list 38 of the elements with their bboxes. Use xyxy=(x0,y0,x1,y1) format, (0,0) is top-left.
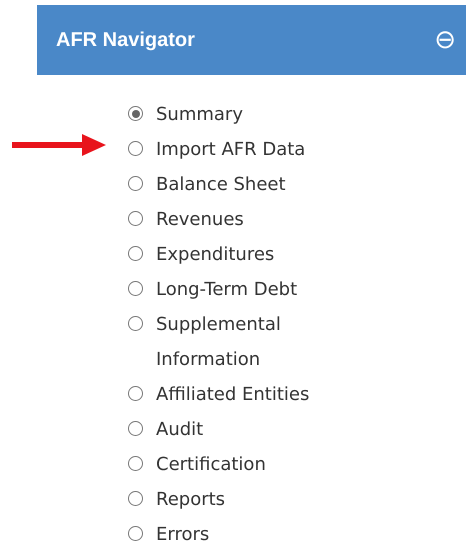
option-label: Long-Term Debt xyxy=(156,278,298,302)
radio-button[interactable] xyxy=(128,386,143,401)
radio-button[interactable] xyxy=(128,526,143,541)
option-label: Import AFR Data xyxy=(156,138,306,162)
option-label: Expenditures xyxy=(156,243,274,267)
nav-option[interactable]: Long-Term Debt xyxy=(128,272,466,307)
nav-option[interactable]: Expenditures xyxy=(128,237,466,272)
nav-option[interactable]: Reports xyxy=(128,482,466,517)
option-label: Supplemental Information xyxy=(156,313,282,372)
nav-option[interactable]: Certification xyxy=(128,447,466,482)
radio-button[interactable] xyxy=(128,141,143,156)
nav-option[interactable]: Errors xyxy=(128,517,466,548)
nav-option[interactable]: Audit xyxy=(128,412,466,447)
option-label: Certification xyxy=(156,453,266,477)
option-label: Audit xyxy=(156,418,204,442)
option-label: Summary xyxy=(156,103,243,127)
panel-title: AFR Navigator xyxy=(56,28,195,52)
radio-button[interactable] xyxy=(128,456,143,471)
nav-option[interactable]: Affiliated Entities xyxy=(128,377,466,412)
nav-option[interactable]: Revenues xyxy=(128,202,466,237)
nav-option[interactable]: Import AFR Data xyxy=(128,132,466,167)
radio-button[interactable] xyxy=(128,246,143,261)
nav-option[interactable]: Summary xyxy=(128,97,466,132)
option-label: Reports xyxy=(156,488,226,512)
radio-button[interactable] xyxy=(128,106,143,121)
nav-option[interactable]: Balance Sheet xyxy=(128,167,466,202)
radio-button[interactable] xyxy=(128,491,143,506)
option-label: Revenues xyxy=(156,208,244,232)
collapse-button[interactable]: ⊖ xyxy=(434,27,456,53)
option-label: Balance Sheet xyxy=(156,173,286,197)
radio-button[interactable] xyxy=(128,211,143,226)
nav-option[interactable]: Supplemental Information xyxy=(128,307,466,377)
radio-button[interactable] xyxy=(128,421,143,436)
radio-button[interactable] xyxy=(128,176,143,191)
radio-button[interactable] xyxy=(128,281,143,296)
radio-button[interactable] xyxy=(128,316,143,331)
option-label: Affiliated Entities xyxy=(156,383,310,407)
option-label: Errors xyxy=(156,523,210,547)
